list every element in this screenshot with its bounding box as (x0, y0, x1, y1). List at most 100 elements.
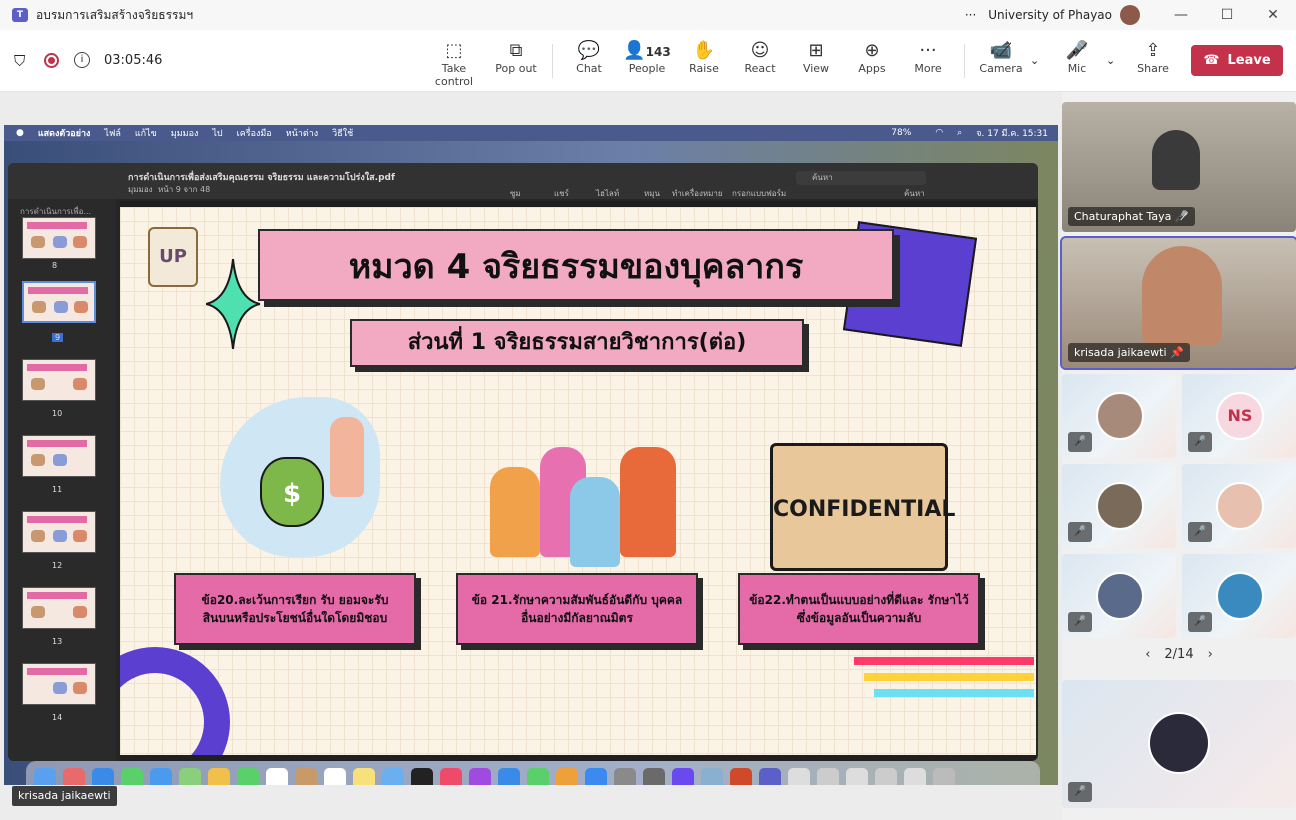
recording-icon[interactable] (44, 53, 59, 68)
take-control-button[interactable]: ⬚ Take control (424, 40, 484, 88)
settings-icon[interactable] (614, 768, 636, 785)
participant-tile[interactable]: NS 🎤 (1182, 374, 1296, 458)
thumbnail-sidebar[interactable]: การดำเนินการเพื่อ... 8 9 10 11 12 13 14 (8, 199, 116, 761)
mic-off-icon: 🎤 (1188, 612, 1212, 632)
finder-icon[interactable] (34, 768, 56, 785)
thumbnail-page[interactable] (22, 587, 96, 629)
window-thumb-icon[interactable] (817, 768, 839, 785)
facetime-icon[interactable] (237, 768, 259, 785)
calendar-icon[interactable] (266, 768, 288, 785)
trash-icon[interactable] (933, 768, 955, 785)
pdf-preview-window: การดำเนินการเพื่อส่งเสริมคุณธรรม จริยธรร… (8, 163, 1038, 761)
person-figure (1142, 246, 1222, 346)
window-thumb-icon[interactable] (846, 768, 868, 785)
title-bar: T อบรมการเสริมสร้างจริยธรรมฯ ··· Univers… (0, 0, 1296, 30)
teams-icon[interactable] (759, 768, 781, 785)
search-label: ค้นหา (904, 189, 925, 198)
mic-button[interactable]: 🎤̸ Mic (1060, 40, 1094, 75)
minimize-icon[interactable]: — (1158, 7, 1204, 23)
sparkle-icon (206, 259, 260, 349)
app-icon[interactable] (701, 768, 723, 785)
shield-icon[interactable]: ⛉ (14, 52, 25, 70)
leave-button[interactable]: ☎ Leave (1191, 45, 1283, 76)
launchpad-icon[interactable] (63, 768, 85, 785)
chat-button[interactable]: 💬 Chat (570, 40, 608, 75)
thumbnail-page[interactable] (22, 435, 96, 477)
maps-icon[interactable] (179, 768, 201, 785)
info-icon[interactable]: i (74, 52, 90, 68)
user-avatar[interactable] (1120, 5, 1140, 25)
podcasts-icon[interactable] (469, 768, 491, 785)
rotate-button[interactable]: หมุน (644, 187, 660, 200)
thumbnail-page[interactable] (22, 511, 96, 553)
mic-off-icon: 🎤 (1068, 522, 1092, 542)
apps-button[interactable]: ⊕ Apps (852, 40, 892, 75)
chevron-right-icon[interactable]: › (1208, 647, 1213, 662)
app-store-icon[interactable] (585, 768, 607, 785)
safari-icon[interactable] (92, 768, 114, 785)
page-info: หน้า 9 จาก 48 (158, 185, 211, 194)
camera-chevron-icon[interactable]: ⌄ (1030, 54, 1039, 67)
markup-button[interactable]: ทำเครื่องหมาย (672, 187, 723, 200)
preview-icon[interactable] (643, 768, 665, 785)
thumbnail-page[interactable] (22, 359, 96, 401)
maximize-icon[interactable]: ☐ (1204, 7, 1250, 23)
slide-card-20: ข้อ20.ละเว้นการเรียก รับ ยอมจะรับ สินบนห… (174, 573, 416, 645)
mail-icon[interactable] (150, 768, 172, 785)
confidential-folder: CONFIDENTIAL (770, 443, 955, 571)
window-thumb-icon[interactable] (875, 768, 897, 785)
more-button[interactable]: ··· More (908, 40, 948, 75)
highlight-button[interactable]: ไฮไลท์ (596, 187, 619, 200)
messages-icon[interactable] (121, 768, 143, 785)
self-view-tile[interactable]: 🎤 (1062, 680, 1296, 808)
fill-form-button[interactable]: กรอกแบบฟอร์ม (732, 187, 786, 200)
keynote-icon[interactable] (498, 768, 520, 785)
participant-tile[interactable]: 🎤 (1062, 554, 1176, 638)
share-pdf-button[interactable]: แชร์ (554, 187, 569, 200)
powerpoint-icon[interactable] (730, 768, 752, 785)
apple-tv-icon[interactable] (411, 768, 433, 785)
window-thumb-icon[interactable] (904, 768, 926, 785)
more-options-button[interactable]: ··· (965, 8, 976, 22)
close-icon[interactable]: ✕ (1250, 7, 1296, 23)
mic-chevron-icon[interactable]: ⌄ (1106, 54, 1115, 67)
participant-video-1[interactable]: Chaturaphat Taya 🎤̸ (1062, 102, 1296, 232)
view-button[interactable]: ⊞ View (796, 40, 836, 75)
thumbnail-page[interactable] (22, 663, 96, 705)
window-thumb-icon[interactable] (788, 768, 810, 785)
slide-card-22: ข้อ22.ทำตนเป็นแบบอย่างที่ดีและ รักษาไว้ซ… (738, 573, 980, 645)
participant-tile[interactable]: 🎤 (1182, 554, 1296, 638)
freeform-icon[interactable] (382, 768, 404, 785)
view-label: มุมมอง (128, 185, 153, 194)
people-button[interactable]: 👤143 People (622, 40, 672, 75)
messenger-icon[interactable] (672, 768, 694, 785)
pages-icon[interactable] (556, 768, 578, 785)
raise-button[interactable]: ✋ Raise (684, 40, 724, 75)
chevron-left-icon[interactable]: ‹ (1145, 647, 1150, 662)
music-icon[interactable] (440, 768, 462, 785)
photos-icon[interactable] (208, 768, 230, 785)
pdf-search-input[interactable]: ค้นหา (796, 171, 926, 185)
people-illustration (480, 437, 680, 567)
meeting-timer: 03:05:46 (104, 53, 163, 68)
slide-page: UP หมวด 4 จริยธรรมของบุคลากร ส่วนที่ 1 จ… (120, 201, 1036, 761)
notes-icon[interactable] (353, 768, 375, 785)
thumbnail-page[interactable] (22, 217, 96, 259)
contacts-icon[interactable] (295, 768, 317, 785)
participant-video-2[interactable]: krisada jaikaewti 📌 (1060, 236, 1296, 370)
pop-out-button[interactable]: ⧉ Pop out (494, 40, 538, 75)
participant-tile[interactable]: 🎤 (1182, 464, 1296, 548)
apple-icon: ● (16, 128, 24, 138)
participant-tile[interactable]: 🎤 (1062, 464, 1176, 548)
raise-hand-icon: ✋ (692, 40, 716, 61)
participant-tile[interactable]: 🎤 (1062, 374, 1176, 458)
zoom-button[interactable]: ซูม (510, 187, 521, 200)
numbers-icon[interactable] (527, 768, 549, 785)
camera-button[interactable]: 📹̸ Camera (978, 40, 1024, 75)
mic-off-icon: 🎤̸ (1065, 40, 1089, 61)
reminders-icon[interactable] (324, 768, 346, 785)
react-button[interactable]: ☺ React (740, 40, 780, 75)
share-button[interactable]: ⇪ Share (1134, 40, 1172, 75)
mic-off-icon: 🎤 (1188, 522, 1212, 542)
thumbnail-page-selected[interactable] (22, 281, 96, 323)
